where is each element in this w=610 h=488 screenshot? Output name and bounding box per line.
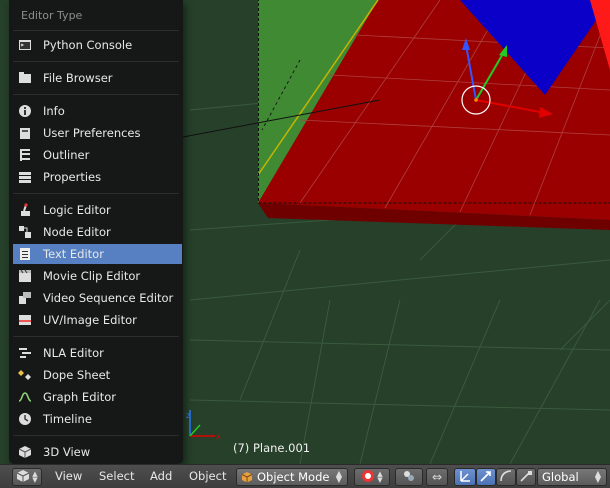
menu-item-label: Properties [43, 170, 102, 184]
scale-handle-icon [519, 469, 533, 486]
menu-item-label: Logic Editor [43, 203, 111, 217]
rotate-manipulator-button[interactable] [496, 468, 516, 486]
menu-item-text-editor[interactable]: Text Editor [13, 244, 182, 264]
menu-view[interactable]: View [55, 469, 82, 483]
menu-item-label: NLA Editor [43, 346, 104, 360]
menu-item-video-sequence-editor[interactable]: Video Sequence Editor [13, 288, 182, 308]
menu-item-outliner[interactable]: Outliner [13, 145, 182, 165]
object-info-readout: (7) Plane.001 [233, 441, 311, 455]
svg-text:z: z [186, 411, 190, 420]
menu-item-label: Info [43, 104, 65, 118]
text-editor-icon [17, 246, 33, 262]
chevron-updown-icon: ▲ ▼ [32, 470, 38, 484]
object-mode-icon [241, 471, 253, 483]
mode-dropdown[interactable]: Object Mode ▲ ▼ [236, 468, 348, 486]
menu-item-label: 3D View [43, 445, 91, 459]
menu-item-label: Movie Clip Editor [43, 269, 141, 283]
menu-item-label: Graph Editor [43, 390, 116, 404]
pivot-point-button[interactable] [395, 468, 423, 486]
menu-add[interactable]: Add [150, 469, 172, 483]
menu-item-3d-view[interactable]: 3D View [13, 442, 182, 462]
menu-item-info[interactable]: Info [13, 101, 182, 121]
translate-manipulator-button[interactable] [476, 468, 496, 486]
menu-item-dope-sheet[interactable]: Dope Sheet [13, 365, 182, 385]
transform-orientation-dropdown[interactable]: Global ▲ ▼ [537, 468, 607, 486]
3d-view-header: ▲ ▼ View Select Add Object Object Mode ▲ ▼… [0, 464, 610, 488]
properties-icon [17, 169, 33, 185]
editor-type-menu: Editor Type Python Console File Browser … [9, 0, 183, 464]
menu-item-label: Video Sequence Editor [43, 291, 174, 305]
menu-item-label: Dope Sheet [43, 368, 111, 382]
menu-item-label: Python Console [43, 38, 133, 52]
orientation-label: Global [542, 470, 579, 484]
timeline-icon [17, 411, 33, 427]
nla-editor-icon [17, 345, 33, 361]
pivot-point-icon [402, 469, 416, 486]
menu-item-label: Text Editor [43, 247, 104, 261]
menu-item-label: Outliner [43, 148, 90, 162]
svg-text:x: x [216, 432, 221, 441]
3d-view-icon [16, 469, 30, 486]
chevron-updown-icon: ▲ ▼ [377, 470, 383, 484]
menu-item-nla-editor[interactable]: NLA Editor [13, 343, 182, 363]
menu-item-movie-clip-editor[interactable]: Movie Clip Editor [13, 266, 182, 286]
move-arrows-icon: ⇔ [431, 470, 443, 484]
translate-arrow-icon [479, 469, 493, 486]
scale-manipulator-button[interactable] [516, 468, 536, 486]
3d-view-icon [17, 444, 33, 460]
menu-item-properties[interactable]: Properties [13, 167, 182, 187]
movie-clip-editor-icon [17, 268, 33, 284]
menu-item-timeline[interactable]: Timeline [13, 409, 182, 429]
transform-manipulator-toggle[interactable] [454, 468, 476, 486]
shading-sphere-icon [361, 469, 375, 486]
user-preferences-icon [17, 125, 33, 141]
menu-item-graph-editor[interactable]: Graph Editor [13, 387, 182, 407]
menu-item-python-console[interactable]: Python Console [13, 35, 182, 55]
python-console-icon [17, 37, 33, 53]
menu-item-logic-editor[interactable]: Logic Editor [13, 200, 182, 220]
video-sequence-editor-icon [17, 290, 33, 306]
menu-object[interactable]: Object [189, 469, 226, 483]
menu-item-user-preferences[interactable]: User Preferences [13, 123, 182, 143]
menu-title: Editor Type [21, 9, 83, 22]
viewport-shading-button[interactable]: ▲ ▼ [354, 468, 390, 486]
chevron-updown-icon: ▲ ▼ [594, 469, 601, 484]
menu-item-label: Timeline [43, 412, 92, 426]
menu-item-label: Node Editor [43, 225, 111, 239]
menu-item-label: UV/Image Editor [43, 313, 137, 327]
menu-item-file-browser[interactable]: File Browser [13, 68, 182, 88]
mode-label: Object Mode [257, 470, 330, 484]
rotate-arc-icon [499, 469, 513, 486]
manipulator-toggle[interactable]: ⇔ [426, 468, 448, 486]
file-browser-icon [17, 70, 33, 86]
outliner-icon [17, 147, 33, 163]
logic-editor-icon [17, 202, 33, 218]
uv-image-editor-icon [17, 312, 33, 328]
editor-type-button[interactable]: ▲ ▼ [12, 468, 42, 486]
graph-editor-icon [17, 389, 33, 405]
menu-item-label: File Browser [43, 71, 113, 85]
chevron-updown-icon: ▲ ▼ [335, 469, 342, 484]
node-editor-icon [17, 224, 33, 240]
menu-item-node-editor[interactable]: Node Editor [13, 222, 182, 242]
menu-item-label: User Preferences [43, 126, 141, 140]
info-icon [17, 103, 33, 119]
menu-select[interactable]: Select [99, 469, 134, 483]
manipulator-axes-icon [458, 469, 472, 486]
dope-sheet-icon [17, 367, 33, 383]
menu-item-uv-image-editor[interactable]: UV/Image Editor [13, 310, 182, 330]
